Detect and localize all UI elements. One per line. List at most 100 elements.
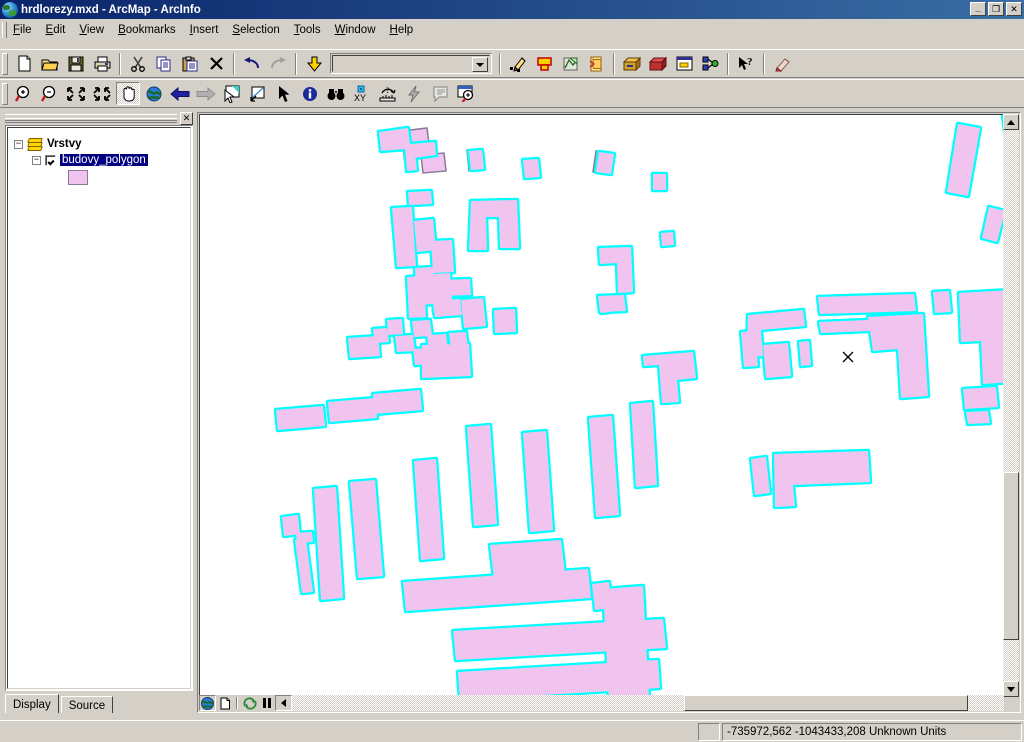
toc-drag-handle[interactable] xyxy=(5,114,177,123)
building-polygon-fill[interactable] xyxy=(903,352,924,376)
html-popup-tool[interactable] xyxy=(428,82,452,105)
arctoolbox-button[interactable] xyxy=(620,52,644,75)
building-polygon-fill[interactable] xyxy=(408,191,432,205)
minimize-button[interactable]: _ xyxy=(970,2,986,16)
toc-root-node[interactable]: − Vrstvy xyxy=(14,136,190,152)
building-polygon-fill[interactable] xyxy=(469,200,519,250)
building-polygon-fill[interactable] xyxy=(328,398,377,422)
horizontal-scroll-thumb[interactable] xyxy=(683,695,969,711)
scroll-up-button[interactable] xyxy=(1003,114,1019,130)
building-polygon-fill[interactable] xyxy=(905,375,924,392)
redo-button[interactable] xyxy=(266,52,290,75)
building-polygon-fill[interactable] xyxy=(348,336,380,358)
hyperlink-tool[interactable] xyxy=(402,82,426,105)
menu-file[interactable]: File xyxy=(6,21,39,39)
toc-root-expander[interactable]: − xyxy=(14,139,23,149)
building-polygon-fill[interactable] xyxy=(603,586,649,697)
building-polygon-fill[interactable] xyxy=(387,319,403,335)
building-polygon-fill[interactable] xyxy=(412,320,432,337)
building-polygon-fill[interactable] xyxy=(933,291,951,313)
map-scale-combo[interactable] xyxy=(330,53,492,74)
model-builder-button[interactable] xyxy=(698,52,722,75)
editor-toolbar-button[interactable] xyxy=(506,52,530,75)
map-tips-button[interactable] xyxy=(532,52,556,75)
building-polygon-fill[interactable] xyxy=(461,298,486,328)
find-button[interactable] xyxy=(324,82,348,105)
building-polygon-fill[interactable] xyxy=(643,352,696,403)
building-polygon-fill[interactable] xyxy=(407,276,426,318)
fixed-zoom-out-button[interactable] xyxy=(90,82,114,105)
menu-tools[interactable]: Tools xyxy=(287,21,328,39)
toc-close-button[interactable]: ✕ xyxy=(180,112,193,125)
building-polygon-fill[interactable] xyxy=(282,515,300,536)
toc-layer-symbol-row[interactable] xyxy=(68,168,190,186)
paste-button[interactable] xyxy=(178,52,202,75)
refresh-view-button[interactable] xyxy=(241,695,258,711)
chevron-down-icon[interactable] xyxy=(472,57,488,72)
layout-view-button[interactable] xyxy=(216,695,233,711)
new-map-button[interactable] xyxy=(12,52,36,75)
go-back-extent-button[interactable] xyxy=(168,82,192,105)
cut-button[interactable] xyxy=(126,52,150,75)
fixed-zoom-in-button[interactable] xyxy=(64,82,88,105)
building-polygon-fill[interactable] xyxy=(433,299,462,317)
map-scale-input[interactable] xyxy=(332,55,490,72)
clear-selected-features-button[interactable] xyxy=(246,82,270,105)
building-polygon-fill[interactable] xyxy=(799,341,811,366)
menu-insert[interactable]: Insert xyxy=(183,21,226,39)
vertical-scroll-thumb[interactable] xyxy=(1003,472,1019,640)
toc-layer-checkbox[interactable] xyxy=(45,154,56,166)
building-polygon-fill[interactable] xyxy=(653,174,666,190)
toc-layer-budovy-polygon[interactable]: − budovy_polygon xyxy=(32,152,190,168)
menu-selection[interactable]: Selection xyxy=(225,21,286,39)
zoom-to-selection-button[interactable] xyxy=(454,82,478,105)
building-polygon-fill[interactable] xyxy=(966,411,990,424)
building-polygon-fill[interactable] xyxy=(763,343,791,378)
zoom-out-tool[interactable] xyxy=(38,82,62,105)
building-polygon-fill[interactable] xyxy=(373,390,422,414)
go-to-xy-tool[interactable]: XY xyxy=(350,82,374,105)
horizontal-scroll-track[interactable] xyxy=(292,695,1004,711)
building-polygon-fill[interactable] xyxy=(774,451,870,507)
go-next-extent-button[interactable] xyxy=(194,82,218,105)
polygon-symbol-swatch[interactable] xyxy=(68,169,88,185)
building-polygon-fill[interactable] xyxy=(431,240,454,273)
building-polygon-fill[interactable] xyxy=(276,406,325,430)
data-view-button[interactable] xyxy=(199,695,216,711)
toc-tab-source[interactable]: Source xyxy=(60,696,114,713)
toc-tab-display[interactable]: Display xyxy=(5,694,59,713)
select-elements-tool[interactable] xyxy=(272,82,296,105)
delete-button[interactable] xyxy=(204,52,228,75)
building-polygon-fill[interactable] xyxy=(395,335,415,352)
building-polygon-fill[interactable] xyxy=(494,309,516,333)
toggle-toc-button[interactable] xyxy=(275,695,292,711)
building-polygon-fill[interactable] xyxy=(469,150,484,170)
map-canvas[interactable] xyxy=(199,114,1004,697)
select-features-tool[interactable] xyxy=(220,82,244,105)
command-line-button[interactable] xyxy=(646,52,670,75)
map-vertical-scrollbar[interactable] xyxy=(1003,114,1019,697)
menu-help[interactable]: Help xyxy=(383,21,421,39)
building-polygon-fill[interactable] xyxy=(661,232,674,246)
layout-button[interactable] xyxy=(584,52,608,75)
toc-tree[interactable]: − Vrstvy − budovy_polygon xyxy=(5,125,193,691)
menu-window[interactable]: Window xyxy=(328,21,383,39)
zoom-in-tool[interactable] xyxy=(12,82,36,105)
close-button[interactable]: ✕ xyxy=(1006,2,1022,16)
toc-layer-expander[interactable]: − xyxy=(32,155,41,165)
copy-button[interactable] xyxy=(152,52,176,75)
building-polygon-fill[interactable] xyxy=(818,294,916,314)
building-polygon-fill[interactable] xyxy=(596,152,614,174)
building-polygon-fill[interactable] xyxy=(741,331,758,367)
measure-tool[interactable]: ? xyxy=(376,82,400,105)
building-polygon-fill[interactable] xyxy=(440,279,471,296)
building-polygon-fill[interactable] xyxy=(963,387,998,409)
pan-tool[interactable] xyxy=(116,82,140,105)
toolbar-grip[interactable] xyxy=(2,52,8,75)
full-extent-button[interactable] xyxy=(142,82,166,105)
undo-button[interactable] xyxy=(240,52,264,75)
model-window-button[interactable] xyxy=(672,52,696,75)
menu-bookmarks[interactable]: Bookmarks xyxy=(111,21,183,39)
restore-button[interactable]: ❐ xyxy=(988,2,1004,16)
toolbar-grip[interactable] xyxy=(2,82,8,105)
